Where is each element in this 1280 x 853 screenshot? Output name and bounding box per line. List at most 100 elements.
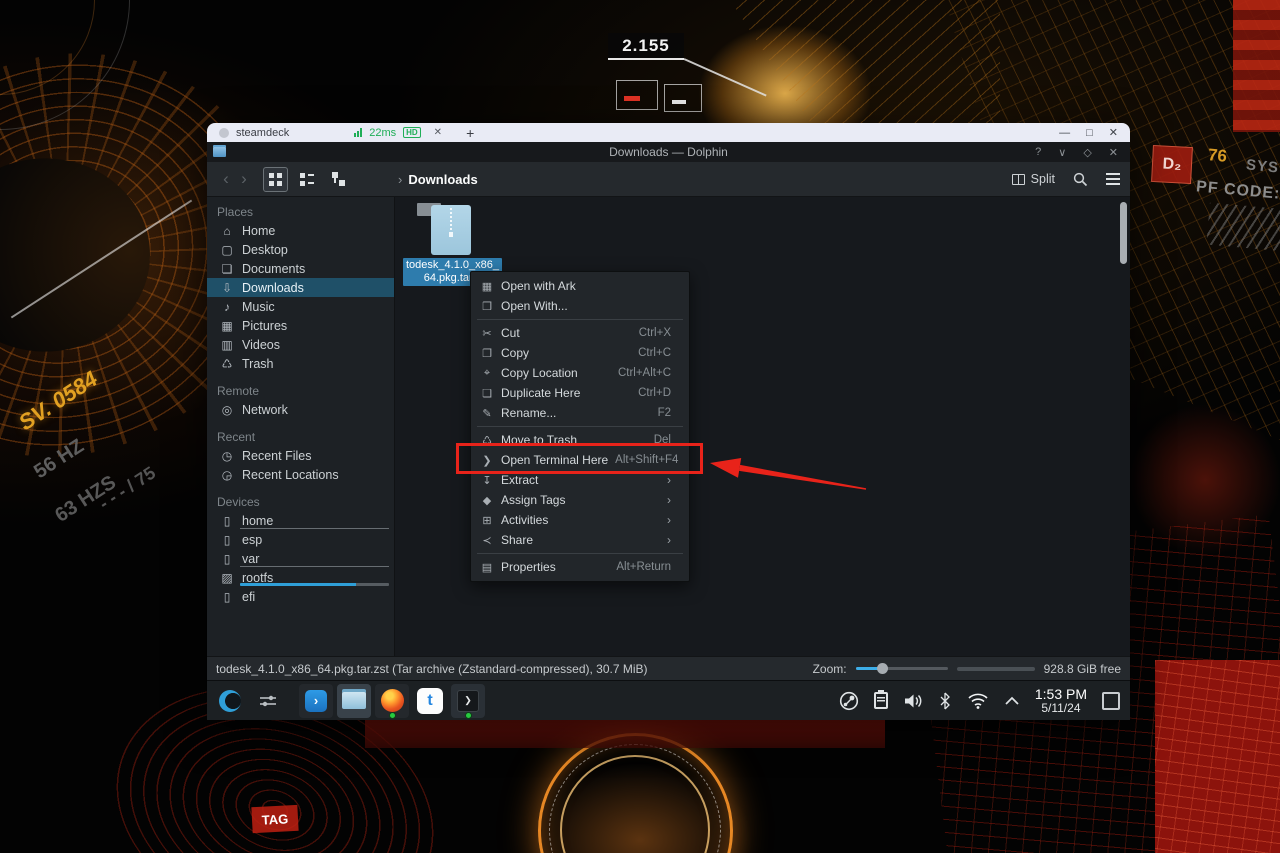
share-icon: ≺: [482, 534, 492, 547]
wifi-icon[interactable]: [967, 692, 989, 709]
vertical-scrollbar[interactable]: [1120, 202, 1127, 264]
hamburger-menu-icon[interactable]: [1106, 173, 1120, 185]
menu-item-copy-location[interactable]: ⌖ Copy Location Ctrl+Alt+C: [471, 363, 689, 383]
sidebar-item-device-rootfs[interactable]: ▨ rootfs: [207, 568, 394, 587]
sidebar-item-device-efi[interactable]: ▯ efi: [207, 587, 394, 606]
disk-icon: ▯: [223, 589, 231, 604]
wallpaper-sv-code: SV. 0584: [14, 365, 102, 436]
sidebar-item-desktop[interactable]: ▢ Desktop: [207, 240, 394, 259]
task-dolphin[interactable]: [337, 683, 371, 718]
sidebar-item-pictures[interactable]: ▦ Pictures: [207, 316, 394, 335]
steam-icon[interactable]: [839, 691, 859, 711]
menu-label: Extract: [501, 473, 539, 487]
task-konsole[interactable]: ❯: [451, 683, 485, 719]
sidebar-item-recent-files[interactable]: ◷ Recent Files: [207, 446, 394, 465]
close-button[interactable]: ✕: [1109, 146, 1118, 159]
search-icon[interactable]: [1073, 172, 1088, 187]
selected-file-info: todesk_4.1.0_x86_64.pkg.tar.zst (Tar arc…: [216, 661, 648, 676]
breadcrumb-location[interactable]: Downloads: [408, 172, 477, 187]
clock-widget[interactable]: 1:53 PM 5/11/24: [1035, 687, 1087, 714]
menu-separator: [477, 319, 683, 320]
menu-item-open-with[interactable]: ❒ Open With...: [471, 296, 689, 316]
expand-tray-chevron-icon[interactable]: [1004, 696, 1020, 706]
back-button[interactable]: ‹: [217, 169, 235, 189]
sidebar-item-label: home: [242, 513, 274, 528]
bluetooth-icon[interactable]: [938, 692, 952, 710]
section-places: Places: [217, 205, 254, 219]
menu-item-properties[interactable]: ▤ Properties Alt+Return: [471, 557, 689, 577]
volume-icon[interactable]: [903, 692, 923, 710]
wallpaper-ratio: - - - / 75: [95, 462, 160, 514]
tree-view-icon: [330, 172, 345, 186]
wallpaper-hz-a: 56 HZ: [30, 435, 88, 484]
sidebar-item-home[interactable]: ⌂ Home: [207, 221, 394, 240]
wallpaper-torus-hole: [0, 124, 188, 386]
minimize-button[interactable]: —: [1059, 127, 1070, 139]
wallpaper-ring-dotted: [549, 744, 721, 853]
sidebar-item-recent-locations[interactable]: ◶ Recent Locations: [207, 465, 394, 484]
menu-item-duplicate-here[interactable]: ❏ Duplicate Here Ctrl+D: [471, 383, 689, 403]
maximize-button[interactable]: □: [1086, 127, 1093, 139]
menu-shortcut: Ctrl+X: [638, 327, 671, 339]
konsole-icon: ❯: [457, 689, 479, 712]
menu-item-cut[interactable]: ✂ Cut Ctrl+X: [471, 323, 689, 343]
close-button[interactable]: ✕: [1109, 126, 1118, 139]
zoom-slider-handle[interactable]: [876, 663, 888, 674]
system-tray: 1:53 PM 5/11/24: [839, 687, 1120, 714]
split-button[interactable]: Split: [1011, 172, 1055, 186]
menu-item-copy[interactable]: ❐ Copy Ctrl+C: [471, 343, 689, 363]
client-window-controls: — □ ✕: [1059, 126, 1122, 140]
tree-view-button[interactable]: [325, 167, 350, 192]
menu-shortcut: Alt+Return: [616, 561, 671, 573]
desktop-screenshot: 2.155 SV. 0584 56 HZ 63 HZS - - - / 75 D…: [0, 0, 1280, 853]
menu-item-rename[interactable]: ✎ Rename... F2: [471, 403, 689, 423]
sidebar-item-device-esp[interactable]: ▯ esp: [207, 530, 394, 549]
task-todesk[interactable]: t: [413, 684, 447, 718]
menu-item-share[interactable]: ≺ Share ›: [471, 530, 689, 550]
new-tab-button[interactable]: +: [466, 125, 474, 141]
section-recent: Recent: [217, 430, 256, 444]
sidebar-item-network[interactable]: ◎ Network: [207, 400, 394, 419]
sidebar-item-trash[interactable]: ♺ Trash: [207, 354, 394, 373]
wallpaper-sys-value: 76: [1207, 145, 1228, 166]
wallpaper-red-block-topright: [1233, 0, 1280, 132]
sidebar-item-documents[interactable]: ❏ Documents: [207, 259, 394, 278]
sidebar-item-music[interactable]: ♪ Music: [207, 297, 394, 316]
menu-item-assign-tags[interactable]: ◆ Assign Tags ›: [471, 490, 689, 510]
menu-label: Share: [501, 533, 534, 547]
settings-sliders-button[interactable]: [251, 684, 285, 718]
forward-button[interactable]: ›: [235, 169, 253, 189]
sidebar-item-label: var: [242, 551, 260, 566]
task-firefox[interactable]: [375, 683, 409, 719]
sidebar-item-device-var[interactable]: ▯ var: [207, 549, 394, 568]
app-launcher-button[interactable]: [213, 684, 247, 718]
section-devices: Devices: [217, 495, 260, 509]
duplicate-icon: ❏: [482, 387, 492, 400]
menu-separator: [477, 553, 683, 554]
icons-view-button[interactable]: [263, 166, 288, 192]
minimize-button[interactable]: ∨: [1058, 146, 1066, 159]
breadcrumb[interactable]: › Downloads: [398, 172, 478, 187]
task-discover[interactable]: ›: [299, 683, 333, 718]
remote-session-tab[interactable]: steamdeck 22ms HD ✕: [213, 123, 448, 142]
details-view-button[interactable]: [294, 167, 319, 192]
help-button[interactable]: ?: [1035, 146, 1041, 159]
zoom-slider[interactable]: [855, 663, 948, 674]
dolphin-toolbar: ‹ › › Downloads Split: [207, 162, 1130, 197]
submenu-chevron-icon: ›: [667, 493, 671, 507]
show-desktop-button[interactable]: [1102, 691, 1120, 710]
sidebar-item-device-home[interactable]: ▯ home: [207, 511, 394, 530]
maximize-button[interactable]: ◇: [1083, 146, 1091, 159]
sidebar-item-videos[interactable]: ▥ Videos: [207, 335, 394, 354]
dolphin-titlebar: Downloads — Dolphin ? ∨ ◇ ✕: [207, 142, 1130, 162]
menu-label: Cut: [501, 326, 520, 340]
home-icon: ⌂: [223, 223, 231, 238]
pictures-icon: ▦: [221, 318, 233, 333]
menu-item-open-with-ark[interactable]: ▦ Open with Ark: [471, 276, 689, 296]
sidebar-item-downloads[interactable]: ⇩ Downloads: [207, 278, 394, 297]
sidebar-item-label: Music: [242, 299, 275, 314]
menu-item-activities[interactable]: ⊞ Activities ›: [471, 510, 689, 530]
clipboard-icon[interactable]: [873, 690, 888, 709]
wallpaper-hud-bracket: [616, 80, 658, 110]
tab-close-icon[interactable]: ✕: [434, 127, 442, 138]
